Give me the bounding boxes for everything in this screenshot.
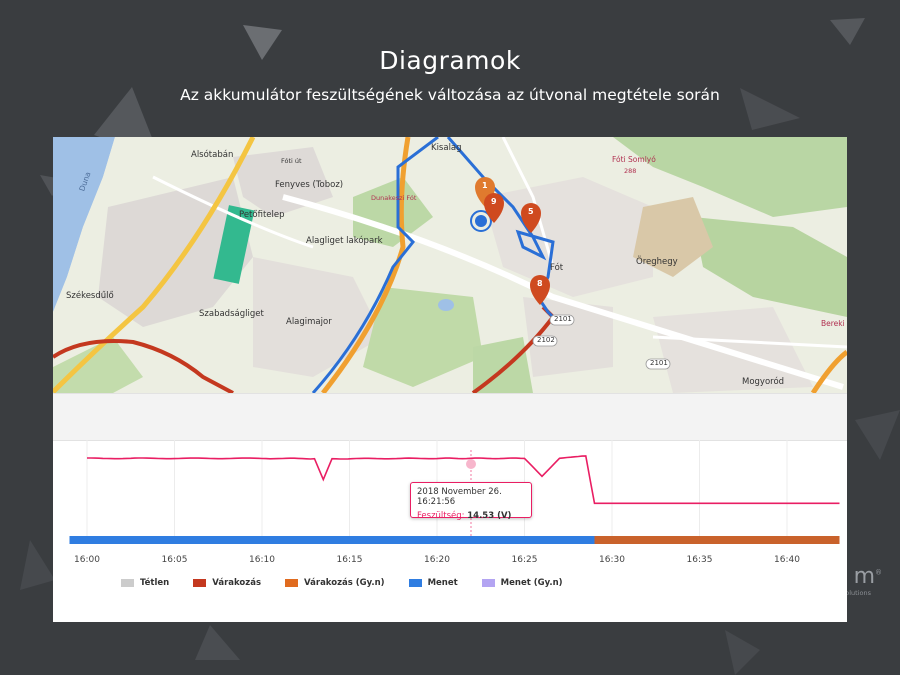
map-label: Öreghegy <box>636 257 678 267</box>
legend-swatch <box>481 579 495 587</box>
hover-point <box>466 459 476 469</box>
map-label: Alagimajor <box>286 317 332 327</box>
map-label: Fóti Somlyó <box>612 155 656 164</box>
page-title: Diagramok <box>379 46 521 75</box>
x-tick-label: 16:30 <box>599 555 625 565</box>
road-number: 2102 <box>537 336 555 344</box>
map-label: Székesdűlő <box>66 291 114 301</box>
map-label: Fót <box>550 263 564 273</box>
x-tick-label: 16:15 <box>337 555 363 565</box>
map-label: Szabadságliget <box>199 309 264 319</box>
legend-swatch <box>193 579 207 587</box>
x-tick-label: 16:00 <box>74 555 100 565</box>
legend-label: Várakozás (Gy.n) <box>304 578 385 588</box>
legend-swatch <box>121 579 134 587</box>
road-number: 2101 <box>554 315 572 323</box>
tooltip-date: 2018 November 26. 16:21:56 <box>417 487 502 507</box>
x-tick-label: 16:35 <box>687 555 713 565</box>
brand-logo-fragment: m® <box>853 564 882 589</box>
chart-tooltip: 2018 November 26. 16:21:56 Feszültség: 1… <box>410 482 532 521</box>
legend-swatch <box>408 579 422 587</box>
tooltip-value: 14.53 (V) <box>467 511 512 521</box>
x-tick-label: 16:20 <box>424 555 450 565</box>
map-label: Petőfitelep <box>239 210 285 220</box>
legend-label: Várakozás <box>212 578 262 588</box>
marker-1[interactable]: 1 <box>482 181 488 190</box>
x-tick-label: 16:25 <box>512 555 538 565</box>
road-number: 288 <box>624 167 637 175</box>
map-label: Kisalag <box>431 143 462 153</box>
brand-tagline-fragment: olutions <box>845 589 871 597</box>
voltage-chart-svg: 16:00 16:05 16:10 16:15 16:20 16:25 16:30 16:35… <box>69 440 840 565</box>
map-label: Fóti út <box>281 157 302 165</box>
map-label: Bereki <box>821 319 845 328</box>
state-bar-menet <box>69 536 595 544</box>
road-number: 2101 <box>650 359 668 367</box>
marker-5[interactable]: 5 <box>528 207 534 216</box>
map-label: Duna <box>77 170 93 193</box>
map-label: Dunakeszi Fót <box>371 194 417 202</box>
marker-9[interactable]: 9 <box>491 197 497 206</box>
state-bar-varakozas-gyn <box>594 536 840 544</box>
chart-legend: Tétlen Várakozás Várakozás (Gy.n) Menet … <box>121 578 587 588</box>
x-tick-label: 16:05 <box>162 555 188 565</box>
page-subtitle: Az akkumulátor feszültségének változása … <box>180 86 720 104</box>
legend-label: Menet <box>427 578 458 588</box>
legend-item-varakozas-gyn[interactable]: Várakozás (Gy.n) <box>285 578 385 588</box>
legend-label: Menet (Gy.n) <box>500 578 563 588</box>
report-panel: Alsótabán Kisalag Fenyves (Toboz) Petőfi… <box>53 137 847 622</box>
legend-swatch <box>285 579 299 587</box>
tooltip-label: Feszültség: <box>417 511 465 521</box>
legend-item-menet-gyn[interactable]: Menet (Gy.n) <box>481 578 563 588</box>
map-label: Fenyves (Toboz) <box>275 180 344 190</box>
marker-8[interactable]: 8 <box>537 279 543 288</box>
map-label: Alagliget lakópark <box>306 236 383 246</box>
legend-label: Tétlen <box>140 578 170 588</box>
x-tick-label: 16:40 <box>774 555 800 565</box>
legend-item-menet[interactable]: Menet <box>408 578 458 588</box>
route-map[interactable]: Alsótabán Kisalag Fenyves (Toboz) Petőfi… <box>53 137 847 393</box>
legend-item-varakozas[interactable]: Várakozás <box>193 578 261 588</box>
x-tick-label: 16:10 <box>249 555 275 565</box>
map-label: Alsótabán <box>191 150 234 160</box>
chart-toolbar-band <box>53 393 847 441</box>
voltage-chart[interactable]: 16:00 16:05 16:10 16:15 16:20 16:25 16:30 16:35… <box>53 440 847 622</box>
legend-item-tetlen[interactable]: Tétlen <box>121 578 169 588</box>
map-label: Mogyoród <box>742 377 785 387</box>
